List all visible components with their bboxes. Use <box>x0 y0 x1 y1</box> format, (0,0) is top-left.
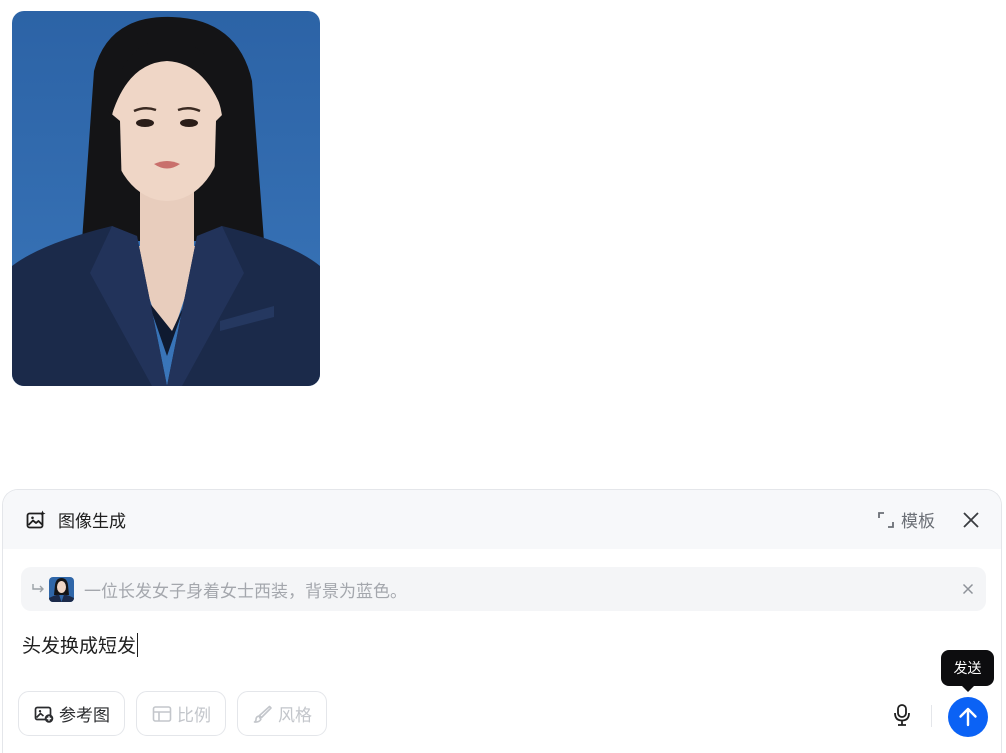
reference-image-label: 参考图 <box>59 706 110 726</box>
style-label: 风格 <box>278 706 312 726</box>
reference-text: 一位长发女子身着女士西装，背景为蓝色。 <box>84 581 407 602</box>
generated-image[interactable] <box>12 11 320 386</box>
composer-toolbar: 参考图 比例 风格 <box>18 691 327 736</box>
template-button[interactable]: 模板 <box>877 507 935 532</box>
reference-image-button[interactable]: 参考图 <box>18 691 125 736</box>
template-label: 模板 <box>901 512 935 532</box>
send-tooltip: 发送 <box>941 650 994 692</box>
image-sparkle-icon <box>25 509 47 531</box>
ratio-button[interactable]: 比例 <box>136 691 226 736</box>
prompt-text: 头发换成短发 <box>22 635 137 657</box>
clear-reference-icon[interactable] <box>960 581 976 597</box>
close-icon[interactable] <box>961 510 981 530</box>
ratio-icon <box>152 704 172 724</box>
mode-title: 图像生成 <box>58 512 126 532</box>
prompt-input[interactable]: 头发换成短发 <box>22 631 139 658</box>
brush-icon <box>253 704 273 724</box>
microphone-icon[interactable] <box>890 703 914 727</box>
reference-chip: 一位长发女子身着女士西装，背景为蓝色。 <box>21 567 986 611</box>
portrait-illustration <box>12 11 320 386</box>
style-button[interactable]: 风格 <box>237 691 327 736</box>
composer-panel: 图像生成 模板 一位长发女子身着女士西装，背景为蓝色。 头发换成短发 参考图 比… <box>2 489 1002 753</box>
ratio-label: 比例 <box>177 706 211 726</box>
composer-header: 图像生成 模板 <box>3 490 1001 549</box>
text-caret <box>137 632 139 657</box>
toolbar-divider <box>931 705 932 727</box>
expand-icon <box>877 511 895 529</box>
arrow-up-icon <box>959 707 977 727</box>
reply-arrow-icon <box>31 582 45 596</box>
reference-thumbnail <box>49 576 74 602</box>
image-add-icon <box>34 704 54 724</box>
send-button[interactable] <box>948 697 988 737</box>
send-tooltip-text: 发送 <box>953 661 982 677</box>
